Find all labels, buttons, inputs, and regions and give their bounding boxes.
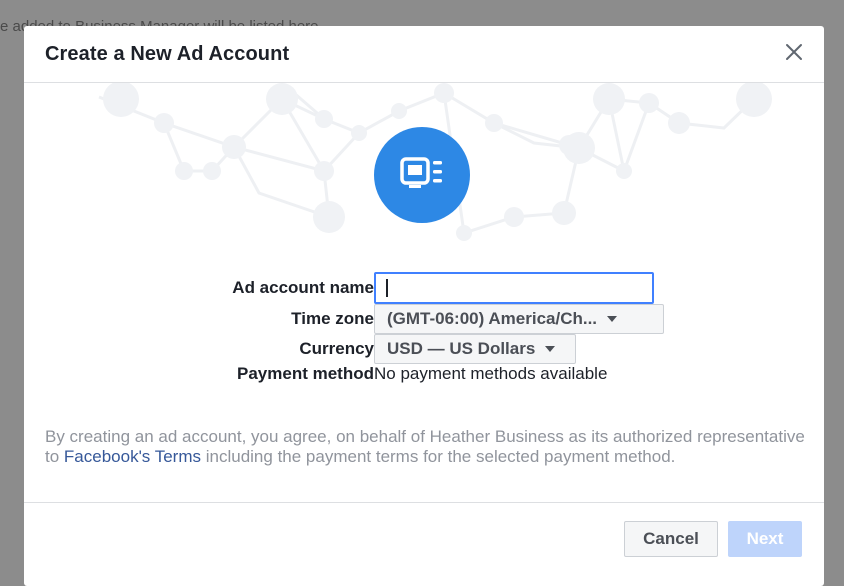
terms-disclaimer: By creating an ad account, you agree, on…	[45, 427, 805, 467]
dialog-footer: Cancel Next	[24, 502, 824, 586]
text-caret	[386, 279, 388, 297]
currency-row: Currency USD — US Dollars	[24, 334, 824, 364]
time-zone-value: (GMT-06:00) America/Ch...	[387, 309, 598, 328]
hero-illustration	[24, 83, 824, 263]
facebook-terms-link[interactable]: Facebook's Terms	[64, 447, 201, 466]
create-ad-account-dialog: Create a New Ad Account Ad account name …	[24, 26, 824, 586]
time-zone-row: Time zone (GMT-06:00) America/Ch...	[24, 304, 824, 334]
chevron-down-icon	[545, 346, 556, 352]
time-zone-select[interactable]: (GMT-06:00) America/Ch...	[374, 304, 664, 334]
payment-method-row: Payment method No payment methods availa…	[24, 362, 824, 392]
ad-account-name-label: Ad account name	[232, 278, 374, 297]
ad-account-icon	[400, 156, 444, 194]
payment-method-value: No payment methods available	[374, 364, 608, 383]
dialog-title: Create a New Ad Account	[45, 43, 290, 65]
close-icon	[784, 42, 804, 67]
ad-account-badge	[374, 127, 470, 223]
ad-account-name-input[interactable]	[374, 272, 654, 304]
chevron-down-icon	[607, 316, 618, 322]
ad-account-name-row: Ad account name	[24, 272, 824, 304]
currency-value: USD — US Dollars	[387, 339, 536, 358]
time-zone-label: Time zone	[291, 309, 374, 328]
payment-method-label: Payment method	[237, 364, 374, 383]
next-button[interactable]: Next	[728, 521, 802, 557]
disclaimer-text-after: including the payment terms for the sele…	[201, 447, 676, 466]
cancel-button[interactable]: Cancel	[624, 521, 718, 557]
currency-label: Currency	[299, 339, 374, 358]
dialog-header: Create a New Ad Account	[24, 26, 824, 83]
close-button[interactable]	[778, 38, 810, 70]
currency-select[interactable]: USD — US Dollars	[374, 334, 576, 364]
